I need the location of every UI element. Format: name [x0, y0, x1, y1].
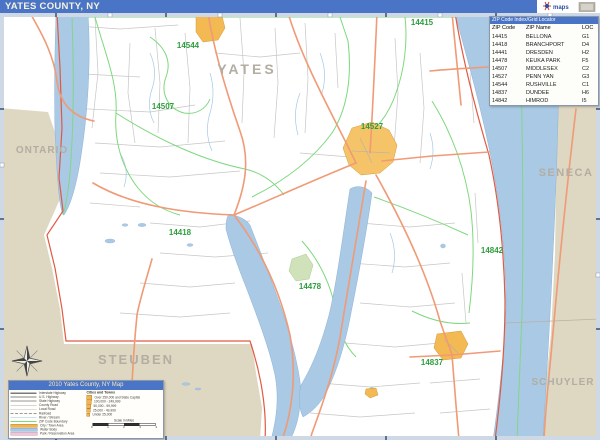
svg-text:SCHUYLER: SCHUYLER	[531, 377, 594, 388]
legend-road-symbols: Interstate Highway U.S. Highway State Hi…	[11, 391, 87, 436]
zip-index-column-headers: ZIP Code ZIP Name LOC	[490, 24, 598, 33]
brand-logo-icon: maps	[539, 1, 599, 13]
zip-index-row: 14441DRESDENH2	[490, 49, 598, 57]
map-legend: 2010 Yates County, NY Map Interstate Hig…	[8, 380, 164, 439]
brand-logo: maps	[537, 0, 600, 13]
svg-text:14418: 14418	[169, 228, 192, 237]
zip-index-row: 14544RUSHVILLEC1	[490, 81, 598, 89]
svg-text:14544: 14544	[177, 41, 200, 50]
svg-text:14507: 14507	[152, 102, 175, 111]
map-page: YATES COUNTY, NY maps	[0, 0, 600, 440]
zip-index-row: 14418BRANCHPORTD4	[490, 41, 598, 49]
svg-text:maps: maps	[553, 5, 569, 11]
zip-index-row: 14478KEUKA PARKF5	[490, 57, 598, 65]
page-title: YATES COUNTY, NY	[5, 1, 100, 12]
legend-title: 2010 Yates County, NY Map	[9, 381, 163, 390]
zip-code-index-panel: ZIP Code Index/Grid Locator ZIP Code ZIP…	[489, 16, 599, 106]
svg-text:14527: 14527	[361, 122, 384, 131]
title-banner: YATES COUNTY, NY	[0, 0, 600, 13]
scale-bar: Scale in Miles 01 23 4	[87, 419, 162, 429]
svg-text:STEUBEN: STEUBEN	[98, 352, 174, 367]
zip-index-row: 14415BELLONAG1	[490, 33, 598, 41]
svg-text:ONTARIO: ONTARIO	[16, 145, 68, 156]
compass-rose-icon	[10, 344, 44, 378]
legend-cities: Cities and Towns Over 250,000 and State …	[87, 391, 162, 436]
svg-text:SENECA: SENECA	[539, 167, 594, 179]
svg-text:14478: 14478	[299, 282, 322, 291]
zip-index-header: ZIP Code Index/Grid Locator	[490, 17, 598, 24]
zip-index-row: 14842HIMRODI5	[490, 97, 598, 105]
zip-index-row: 14837DUNDEEH6	[490, 89, 598, 97]
zip-index-row: 14527PENN YANG3	[490, 73, 598, 81]
svg-text:14837: 14837	[421, 358, 444, 367]
zip-index-row: 14507MIDDLESEXC2	[490, 65, 598, 73]
svg-text:YATES: YATES	[217, 61, 276, 77]
svg-text:14842: 14842	[481, 246, 504, 255]
svg-text:14415: 14415	[411, 18, 434, 27]
